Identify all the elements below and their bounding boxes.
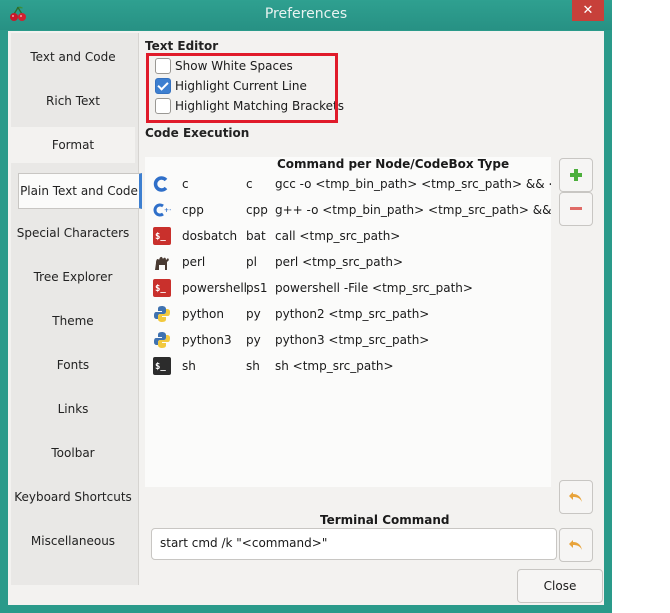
row-command: python3 <tmp_src_path> <box>275 333 430 347</box>
preferences-window: Preferences ✕ Text and Code Rich Text Fo… <box>0 0 612 613</box>
undo-icon <box>569 492 582 502</box>
row-name: powershell <box>182 281 247 295</box>
row-ext: py <box>246 333 261 347</box>
row-name: python <box>182 307 224 321</box>
sidebar-item-keyboard-shortcuts[interactable]: Keyboard Shortcuts <box>11 479 135 515</box>
sidebar-item-tree-explorer[interactable]: Tree Explorer <box>11 259 135 295</box>
highlight-annotation-box <box>146 53 338 123</box>
window-title: Preferences <box>264 6 348 22</box>
row-command: call <tmp_src_path> <box>275 229 401 243</box>
sidebar-item-plain-text-and-code[interactable]: Plain Text and Code <box>18 173 142 209</box>
terminal-command-value: start cmd /k "<command>" <box>160 536 328 550</box>
title-bar[interactable]: Preferences ✕ <box>0 0 612 30</box>
sidebar-item-links[interactable]: Links <box>11 391 135 427</box>
terminal-command-input[interactable]: start cmd /k "<command>" <box>151 528 557 560</box>
row-ext: ps1 <box>246 281 268 295</box>
row-ext: py <box>246 307 261 321</box>
sidebar-item-special-characters[interactable]: Special Characters <box>11 215 135 251</box>
svg-text:$_: $_ <box>155 362 166 372</box>
row-name: cpp <box>182 203 204 217</box>
row-command: powershell -File <tmp_src_path> <box>275 281 473 295</box>
code-execution-list[interactable]: Command per Node/CodeBox Type c c gcc -o… <box>145 157 551 487</box>
row-ext: sh <box>246 359 260 373</box>
terminal-command-label: Terminal Command <box>320 513 450 527</box>
camel-icon <box>155 256 169 270</box>
sidebar-item-miscellaneous[interactable]: Miscellaneous <box>11 523 135 559</box>
sidebar: Text and Code Rich Text Format Plain Tex… <box>11 33 142 585</box>
list-item[interactable]: $_ powershell ps1 powershell -File <tmp_… <box>145 275 551 301</box>
minus-icon <box>570 207 582 210</box>
svg-text:$_: $_ <box>155 232 166 242</box>
row-command: python2 <tmp_src_path> <box>275 307 430 321</box>
text-editor-heading: Text Editor <box>145 39 219 53</box>
row-command: sh <tmp_src_path> <box>275 359 394 373</box>
row-command: g++ -o <tmp_bin_path> <tmp_src_path> && … <box>275 203 551 217</box>
row-ext: cpp <box>246 203 268 217</box>
dialog-body: Text and Code Rich Text Format Plain Tex… <box>8 31 604 605</box>
terminal-dark-icon: $_ <box>153 357 171 375</box>
row-name: python3 <box>182 333 232 347</box>
reset-commands-button[interactable] <box>559 480 593 514</box>
row-name: dosbatch <box>182 229 238 243</box>
c-lang-icon <box>153 176 168 192</box>
sidebar-item-toolbar[interactable]: Toolbar <box>11 435 135 471</box>
row-ext: c <box>246 177 253 191</box>
sidebar-item-theme[interactable]: Theme <box>11 303 135 339</box>
window-close-button[interactable]: ✕ <box>572 0 604 21</box>
sidebar-item-format[interactable]: Format <box>11 127 135 163</box>
cpp-lang-icon: ++ <box>153 203 171 217</box>
remove-button[interactable] <box>559 192 593 226</box>
list-item[interactable]: python3 py python3 <tmp_src_path> <box>145 327 551 353</box>
undo-icon <box>569 540 582 550</box>
code-execution-heading: Code Execution <box>145 126 250 140</box>
svg-text:++: ++ <box>164 207 171 214</box>
desktop-background <box>612 0 670 613</box>
list-item[interactable]: $_ dosbatch bat call <tmp_src_path> <box>145 223 551 249</box>
sidebar-item-fonts[interactable]: Fonts <box>11 347 135 383</box>
list-item[interactable]: $_ sh sh sh <tmp_src_path> <box>145 353 551 379</box>
row-name: perl <box>182 255 206 269</box>
plus-icon <box>570 169 582 181</box>
command-column-header[interactable]: Command per Node/CodeBox Type <box>277 157 509 171</box>
row-name: sh <box>182 359 196 373</box>
list-item[interactable]: python py python2 <tmp_src_path> <box>145 301 551 327</box>
python-icon <box>154 306 170 322</box>
sidebar-item-text-and-code[interactable]: Text and Code <box>11 39 135 75</box>
list-item[interactable]: perl pl perl <tmp_src_path> <box>145 249 551 275</box>
row-ext: bat <box>246 229 266 243</box>
terminal-red-icon: $_ <box>153 279 171 297</box>
row-command: gcc -o <tmp_bin_path> <tmp_src_path> && … <box>275 177 551 191</box>
sidebar-item-rich-text[interactable]: Rich Text <box>11 83 135 119</box>
reset-terminal-button[interactable] <box>559 528 593 562</box>
list-item[interactable]: ++ cpp cpp g++ -o <tmp_bin_path> <tmp_sr… <box>145 197 551 223</box>
python-icon <box>154 332 170 348</box>
row-ext: pl <box>246 255 257 269</box>
add-button[interactable] <box>559 158 593 192</box>
close-button[interactable]: Close <box>517 569 603 603</box>
row-name: c <box>182 177 189 191</box>
svg-text:$_: $_ <box>155 284 166 294</box>
terminal-red-icon: $_ <box>153 227 171 245</box>
list-item[interactable]: c c gcc -o <tmp_bin_path> <tmp_src_path>… <box>145 171 551 197</box>
row-command: perl <tmp_src_path> <box>275 255 404 269</box>
